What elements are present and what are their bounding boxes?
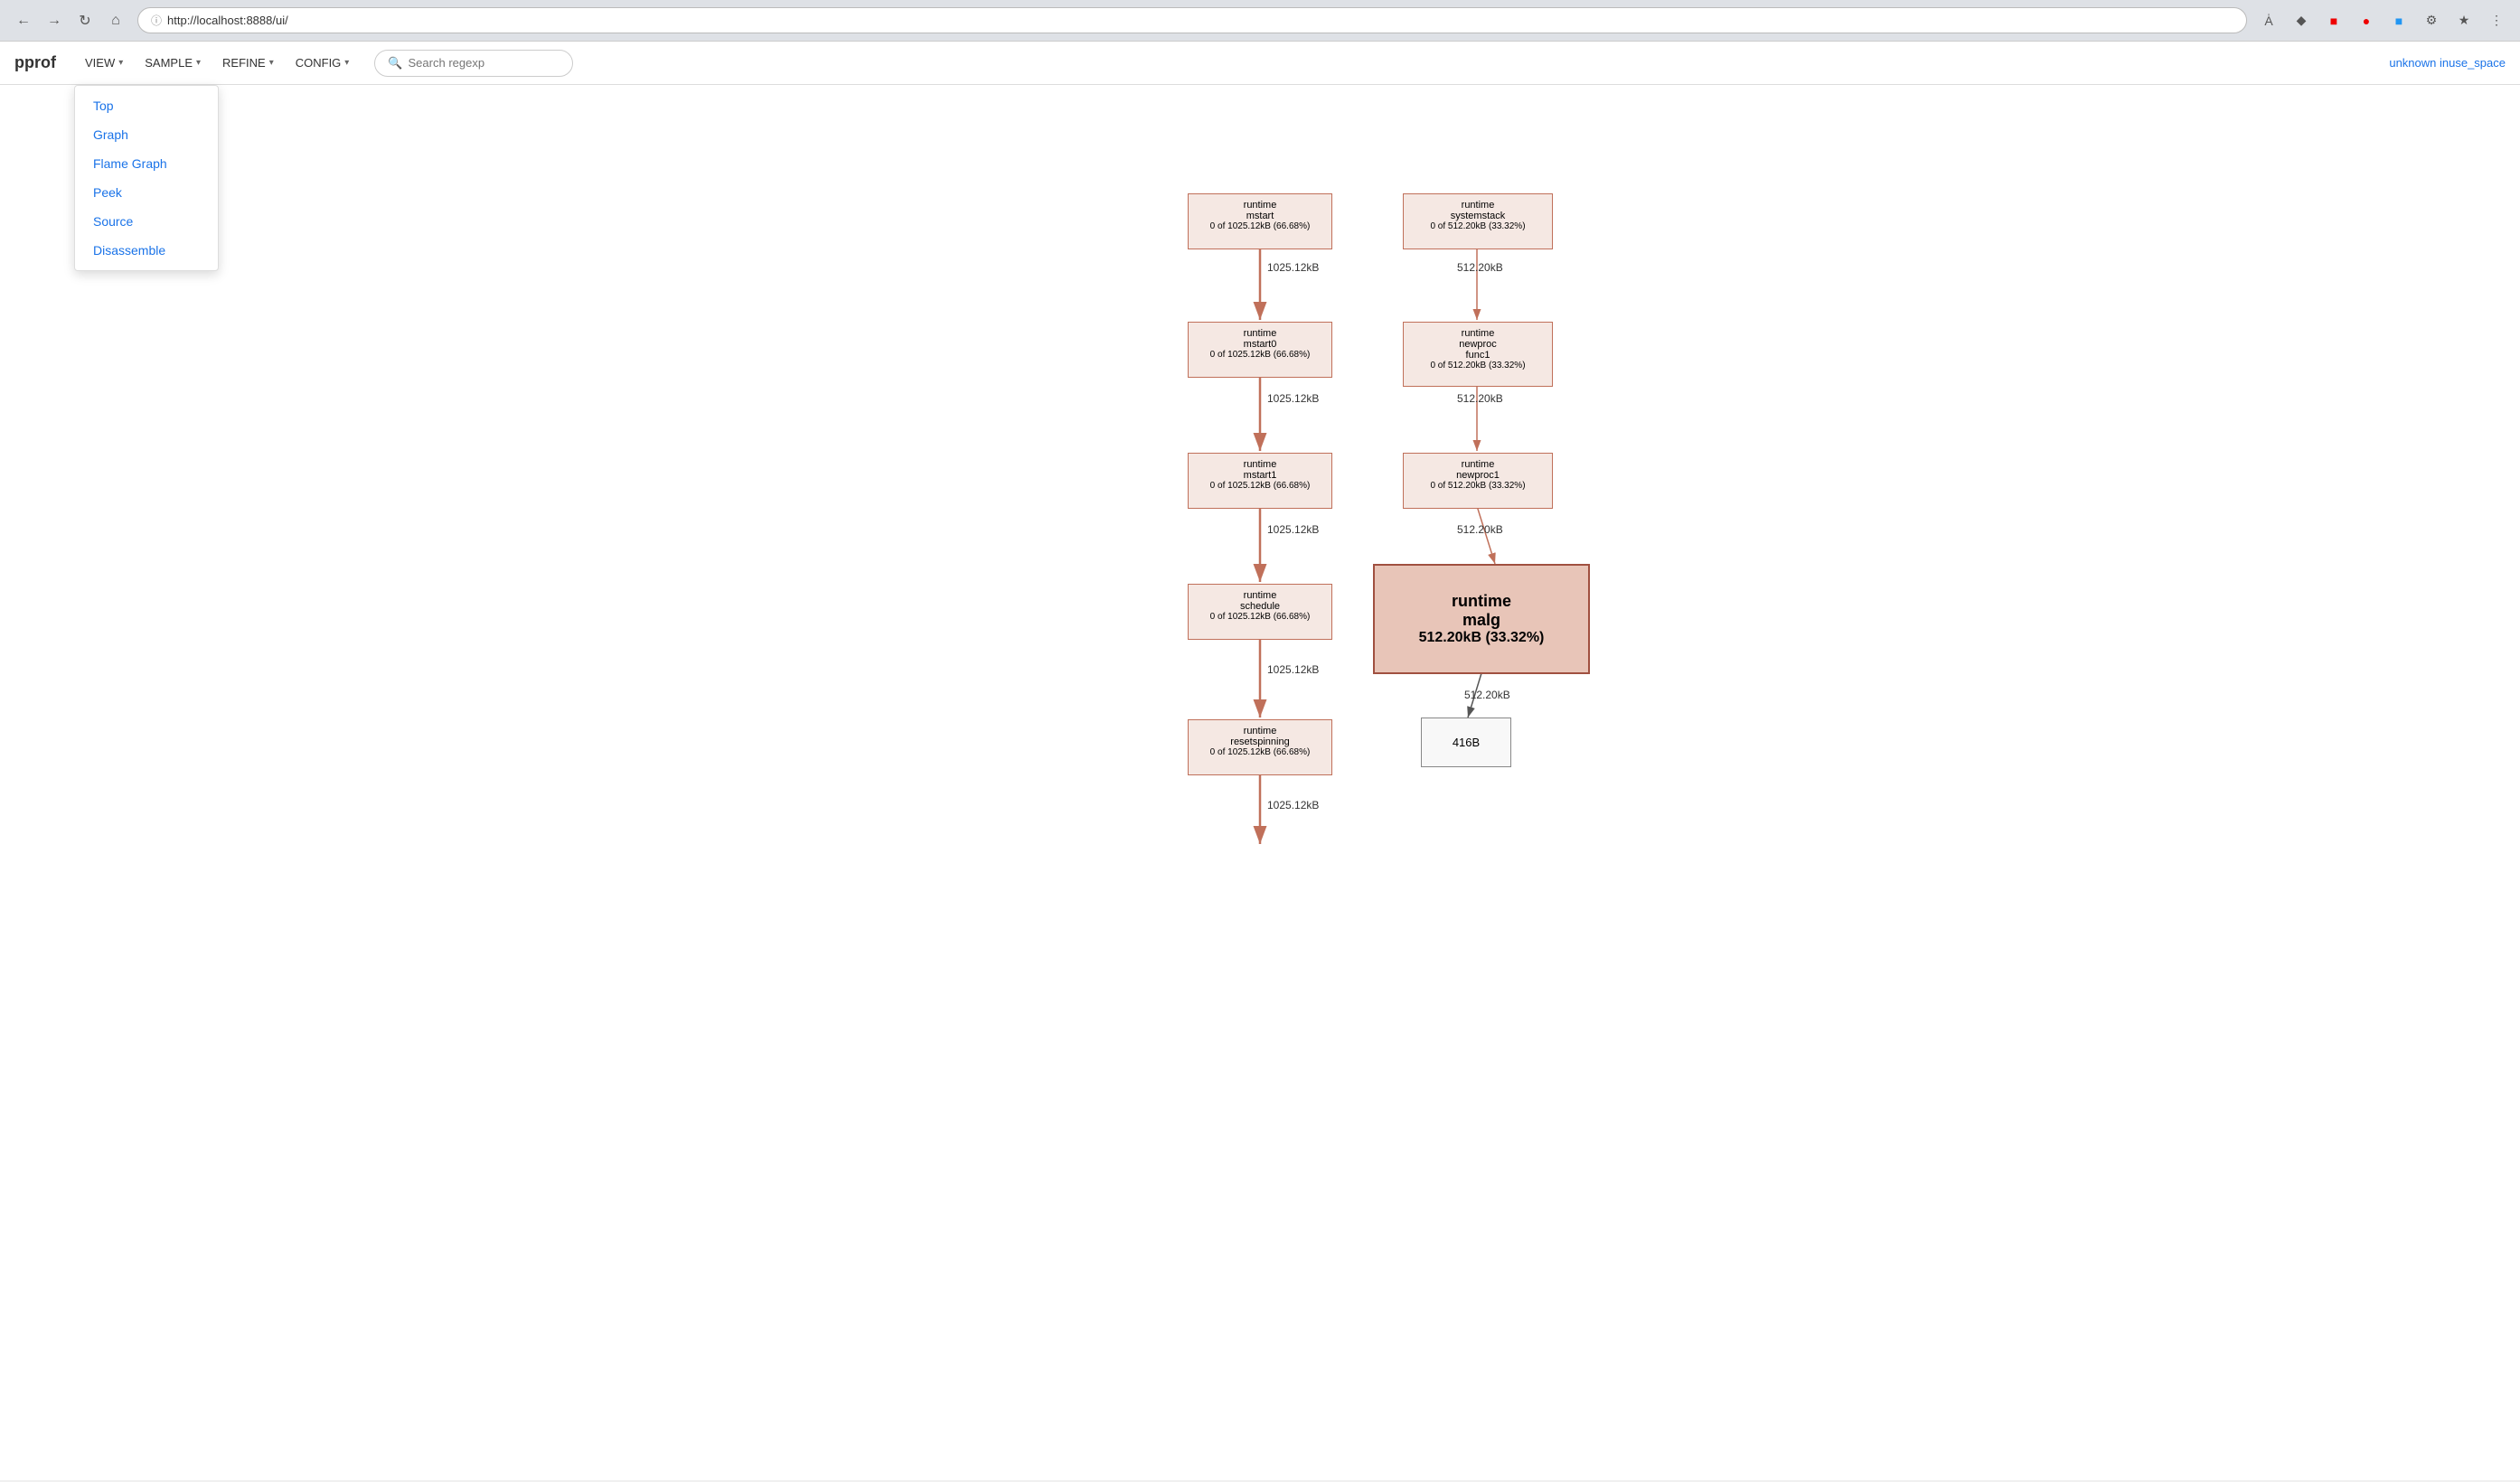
refine-menu[interactable]: REFINE ▾ [212, 42, 285, 85]
node-schedule[interactable]: runtimeschedule 0 of 1025.12kB (66.68%) [1188, 584, 1332, 640]
edge-label-2: 512.20kB [1457, 261, 1503, 274]
nav-buttons: ← → ↻ ⌂ [11, 8, 128, 33]
menu-item-peek[interactable]: Peek [75, 178, 218, 207]
node-malg[interactable]: runtimemalg 512.20kB (33.32%) [1373, 564, 1590, 674]
node-resetspinning-value: 0 of 1025.12kB (66.68%) [1198, 747, 1322, 757]
app-logo: pprof [14, 53, 56, 72]
sample-menu-label: SAMPLE [145, 56, 193, 70]
app1-btn[interactable]: ■ [2321, 8, 2346, 33]
node-systemstack-value: 0 of 512.20kB (33.32%) [1413, 221, 1543, 231]
search-input[interactable] [409, 56, 560, 70]
settings-btn[interactable]: ⚙ [2419, 8, 2444, 33]
sample-menu-arrow: ▾ [196, 58, 201, 68]
extensions-btn[interactable]: ◆ [2289, 8, 2314, 33]
edge-label-3: 1025.12kB [1267, 392, 1319, 405]
refine-menu-label: REFINE [222, 56, 266, 70]
more-btn[interactable]: ⋮ [2484, 8, 2509, 33]
node-newproc1-title: runtimenewproc1 [1413, 459, 1543, 481]
view-dropdown: Top Graph Flame Graph Peek Source Disass… [74, 85, 219, 271]
bookmarks-btn[interactable]: ★ [2451, 8, 2477, 33]
menu-item-graph[interactable]: Graph [75, 120, 218, 149]
lock-icon: ⓘ [151, 13, 162, 28]
main-content: runtimemstart 0 of 1025.12kB (66.68%) ru… [0, 85, 2520, 1480]
node-newprocfunc1-value: 0 of 512.20kB (33.32%) [1413, 361, 1543, 370]
node-newprocfunc1[interactable]: runtimenewprocfunc1 0 of 512.20kB (33.32… [1403, 322, 1553, 387]
edge-label-4: 512.20kB [1457, 392, 1503, 405]
back-button[interactable]: ← [11, 8, 36, 33]
node-mstart0-title: runtimemstart0 [1198, 328, 1322, 350]
url-text: http://localhost:8888/ui/ [167, 14, 288, 27]
edge-label-9: 1025.12kB [1267, 799, 1319, 811]
node-mstart-value: 0 of 1025.12kB (66.68%) [1198, 221, 1322, 231]
config-menu[interactable]: CONFIG ▾ [285, 42, 361, 85]
node-mstart1-title: runtimemstart1 [1198, 459, 1322, 481]
menu-item-flame-graph[interactable]: Flame Graph [75, 149, 218, 178]
node-schedule-title: runtimeschedule [1198, 590, 1322, 612]
node-416b-label: 416B [1453, 736, 1480, 749]
menu-item-top[interactable]: Top [75, 91, 218, 120]
node-malg-title: runtimemalg [1452, 592, 1511, 630]
profile-btn[interactable]: A̍ [2256, 8, 2281, 33]
menu-item-source[interactable]: Source [75, 207, 218, 236]
browser-actions: A̍ ◆ ■ ● ■ ⚙ ★ ⋮ [2256, 8, 2509, 33]
node-schedule-value: 0 of 1025.12kB (66.68%) [1198, 612, 1322, 622]
node-mstart-title: runtimemstart [1198, 200, 1322, 221]
node-416b[interactable]: 416B [1421, 718, 1511, 767]
address-bar[interactable]: ⓘ http://localhost:8888/ui/ [137, 7, 2247, 33]
node-systemstack[interactable]: runtimesystemstack 0 of 512.20kB (33.32%… [1403, 193, 1553, 249]
app3-btn[interactable]: ■ [2386, 8, 2412, 33]
edge-label-8: 512.20kB [1464, 689, 1510, 701]
view-menu[interactable]: VIEW ▾ Top Graph Flame Graph Peek Source… [74, 42, 134, 85]
config-menu-arrow: ▾ [344, 58, 349, 68]
node-malg-value: 512.20kB (33.32%) [1419, 630, 1545, 646]
profile-link[interactable]: unknown inuse_space [2389, 56, 2506, 70]
search-icon: 🔍 [388, 56, 402, 70]
node-newprocfunc1-title: runtimenewprocfunc1 [1413, 328, 1543, 361]
edge-label-6: 512.20kB [1457, 523, 1503, 536]
refine-menu-arrow: ▾ [269, 58, 274, 68]
edge-label-5: 1025.12kB [1267, 523, 1319, 536]
node-systemstack-title: runtimesystemstack [1413, 200, 1543, 221]
edge-label-1: 1025.12kB [1267, 261, 1319, 274]
node-newproc1-value: 0 of 512.20kB (33.32%) [1413, 481, 1543, 491]
app-toolbar: pprof VIEW ▾ Top Graph Flame Graph Peek … [0, 42, 2520, 85]
edge-label-7: 1025.12kB [1267, 663, 1319, 676]
view-menu-arrow: ▾ [118, 58, 123, 68]
home-button[interactable]: ⌂ [103, 8, 128, 33]
forward-button[interactable]: → [42, 8, 67, 33]
sample-menu[interactable]: SAMPLE ▾ [134, 42, 212, 85]
node-mstart[interactable]: runtimemstart 0 of 1025.12kB (66.68%) [1188, 193, 1332, 249]
node-resetspinning-title: runtimeresetspinning [1198, 726, 1322, 747]
browser-chrome: ← → ↻ ⌂ ⓘ http://localhost:8888/ui/ A̍ ◆… [0, 0, 2520, 42]
menu-item-disassemble[interactable]: Disassemble [75, 236, 218, 265]
node-newproc1[interactable]: runtimenewproc1 0 of 512.20kB (33.32%) [1403, 453, 1553, 509]
app2-btn[interactable]: ● [2354, 8, 2379, 33]
node-mstart1[interactable]: runtimemstart1 0 of 1025.12kB (66.68%) [1188, 453, 1332, 509]
node-resetspinning[interactable]: runtimeresetspinning 0 of 1025.12kB (66.… [1188, 719, 1332, 775]
config-menu-label: CONFIG [296, 56, 342, 70]
refresh-button[interactable]: ↻ [72, 8, 98, 33]
node-mstart1-value: 0 of 1025.12kB (66.68%) [1198, 481, 1322, 491]
view-menu-label: VIEW [85, 56, 115, 70]
node-mstart0[interactable]: runtimemstart0 0 of 1025.12kB (66.68%) [1188, 322, 1332, 378]
node-mstart0-value: 0 of 1025.12kB (66.68%) [1198, 350, 1322, 360]
search-box[interactable]: 🔍 [374, 50, 573, 77]
